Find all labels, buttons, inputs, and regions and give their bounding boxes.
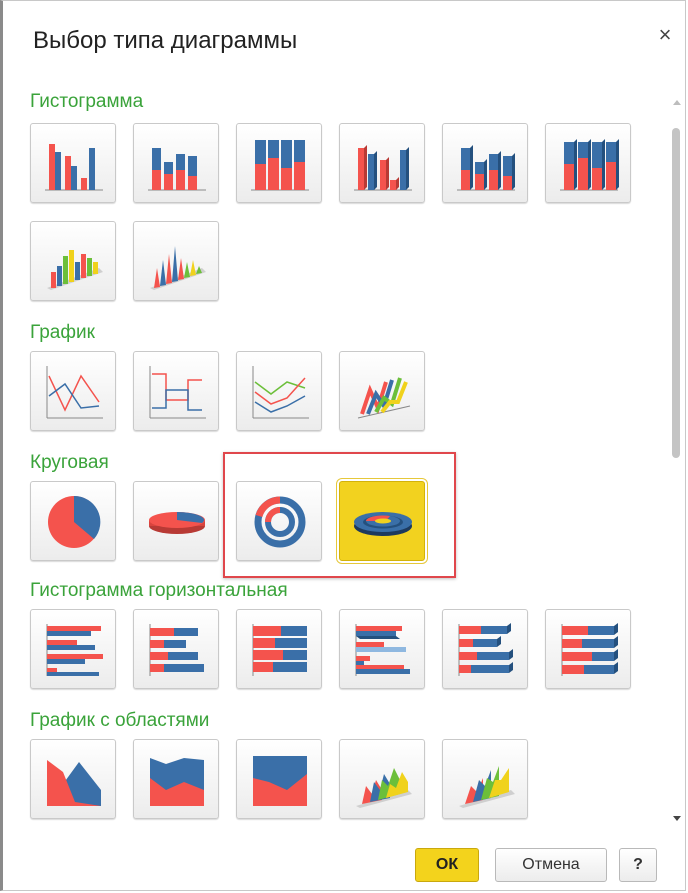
chart-column-3d[interactable] [339,123,425,203]
column-grouped-icon [45,144,103,191]
chart-bar-stacked-100[interactable] [236,609,322,689]
chart-column-3d-cone[interactable] [133,221,219,301]
area-stacked-100-icon [253,756,307,806]
line-3d-icon [357,377,411,419]
chart-column-stacked-100[interactable] [236,123,322,203]
chart-ring[interactable] [236,481,322,561]
column-3d-cone-icon [150,246,206,290]
chart-line-smooth[interactable] [236,351,322,431]
chart-line[interactable] [30,351,116,431]
ring-3d-icon [354,512,412,536]
column-3d-icon [354,145,412,191]
close-icon[interactable]: × [655,24,675,46]
chart-column-3d-stacked[interactable] [442,123,528,203]
ring-chart-icon [254,496,306,548]
pie-chart-icon [48,495,101,548]
dialog-title: Выбор типа диаграммы [33,27,298,54]
column-stacked-icon [148,148,206,191]
column-3d-stacked-icon [457,145,515,191]
section-title-pie: Круговая [30,452,109,473]
chart-bar-3d[interactable] [339,609,425,689]
area-chart-icon [47,760,101,806]
cancel-button[interactable]: Отмена [495,848,607,882]
area-3d-icon [356,768,412,808]
section-title-histogram: Гистограмма [30,91,144,112]
chart-area-stacked-100[interactable] [236,739,322,819]
chart-pie[interactable] [30,481,116,561]
section-title-horizontal-histogram: Гистограмма горизонтальная [30,580,288,601]
chart-ring-3d[interactable] [339,481,425,561]
section-title-area: График с областями [30,710,210,731]
pie-3d-icon [149,512,205,534]
chart-pie-3d[interactable] [133,481,219,561]
bar-3d-stacked-100-icon [561,623,618,676]
chart-column-3d-perspective[interactable] [30,221,116,301]
bar-grouped-icon [46,624,103,676]
chart-bar-3d-stacked-100[interactable] [545,609,631,689]
chart-bar-stacked[interactable] [133,609,219,689]
chart-area-3d[interactable] [339,739,425,819]
line-chart-icon [46,366,103,419]
chart-column-3d-stacked-100[interactable] [545,123,631,203]
area-stacked-icon [150,758,204,806]
section-title-line: График [30,322,95,343]
chart-area-3d-stacked[interactable] [442,739,528,819]
column-3d-stacked-100-icon [560,139,619,191]
column-stacked-100-icon [251,140,309,191]
chart-column-stacked[interactable] [133,123,219,203]
bar-3d-icon [355,624,410,676]
scroll-thumb[interactable] [672,128,680,458]
step-chart-icon [149,366,206,419]
vertical-scrollbar[interactable] [670,100,684,821]
help-button[interactable]: ? [619,848,657,882]
column-3d-perspective-icon [47,250,103,290]
area-3d-stacked-icon [459,766,515,808]
chart-bar-3d-stacked[interactable] [442,609,528,689]
chart-area[interactable] [30,739,116,819]
bar-stacked-icon [149,624,204,676]
chart-area-stacked[interactable] [133,739,219,819]
chart-column-grouped[interactable] [30,123,116,203]
ok-button[interactable]: ОК [415,848,479,882]
chart-type-list: Гистограмма График Круговая Гистограмма … [0,85,670,823]
scroll-down-icon[interactable] [673,816,681,821]
scroll-up-icon[interactable] [673,100,681,105]
bar-3d-stacked-icon [458,623,513,676]
bar-stacked-100-icon [252,624,307,676]
chart-line-step[interactable] [133,351,219,431]
chart-bar-grouped[interactable] [30,609,116,689]
chart-line-3d[interactable] [339,351,425,431]
line-multi-icon [252,366,309,419]
